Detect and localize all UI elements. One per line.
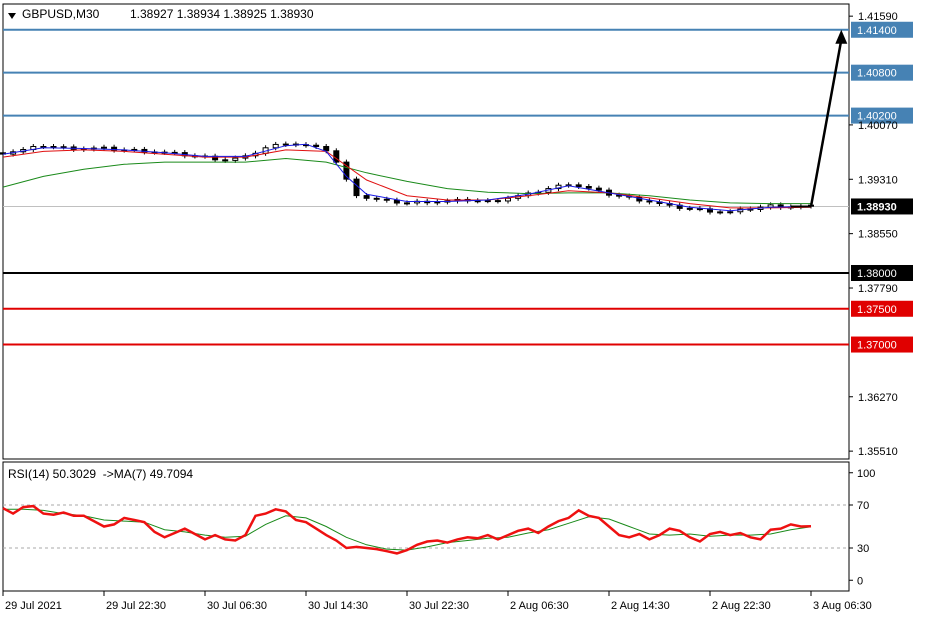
candle-body bbox=[323, 146, 330, 152]
level-label-1.41400: 1.41400 bbox=[857, 25, 897, 37]
candle-body bbox=[575, 184, 582, 188]
rsi-axis-label: 70 bbox=[857, 500, 869, 512]
time-axis-label: 29 Jul 22:30 bbox=[106, 600, 166, 612]
projection-line bbox=[809, 39, 843, 207]
rsi-panel-frame bbox=[2, 461, 850, 592]
time-axis-label: 3 Aug 06:30 bbox=[813, 600, 872, 612]
price-axis-label: 1.36270 bbox=[858, 392, 898, 404]
candle-body bbox=[595, 187, 602, 191]
price-axis-label: 1.40070 bbox=[858, 120, 898, 132]
time-axis-label: 29 Jul 2021 bbox=[5, 600, 62, 612]
candle-body bbox=[646, 200, 653, 203]
candle-body bbox=[383, 198, 390, 201]
candle-body bbox=[282, 143, 289, 146]
candle-body bbox=[272, 143, 279, 149]
current-price-label: 1.38930 bbox=[857, 201, 897, 213]
level-label-1.37000: 1.37000 bbox=[857, 340, 897, 352]
rsi-ma-line bbox=[3, 508, 812, 551]
level-label-1.37500: 1.37500 bbox=[857, 304, 897, 316]
symbol-label: GBPUSD,M30 bbox=[22, 7, 100, 21]
candle-body bbox=[373, 197, 380, 200]
candle-body bbox=[727, 211, 734, 214]
price-axis-label: 1.39310 bbox=[858, 174, 898, 186]
level-label-1.38000: 1.38000 bbox=[857, 268, 897, 280]
rsi-axis-label: 0 bbox=[857, 575, 863, 587]
ma-slow-line bbox=[2, 157, 811, 205]
rsi-axis-label: 100 bbox=[857, 468, 875, 480]
candle-body bbox=[686, 207, 693, 210]
time-axis-label: 2 Aug 22:30 bbox=[712, 600, 771, 612]
candle-body bbox=[393, 199, 400, 204]
time-axis-label: 30 Jul 14:30 bbox=[308, 600, 368, 612]
candle-body bbox=[50, 146, 57, 149]
price-axis-label: 1.41590 bbox=[858, 11, 898, 23]
ohlc-values: 1.38927 1.38934 1.38925 1.38930 bbox=[130, 7, 314, 21]
candle-body bbox=[404, 202, 410, 205]
candle-body bbox=[434, 201, 441, 204]
ma-mid-line bbox=[2, 149, 812, 209]
time-axis-label: 2 Aug 06:30 bbox=[510, 600, 569, 612]
candle-body bbox=[60, 146, 67, 149]
candle-body bbox=[717, 211, 724, 214]
projection-arrow bbox=[791, 29, 848, 208]
level-label-1.40800: 1.40800 bbox=[857, 68, 897, 80]
candle-body bbox=[505, 197, 511, 202]
rsi-line bbox=[2, 504, 812, 555]
time-axis-label: 2 Aug 14:30 bbox=[611, 600, 670, 612]
candle-body bbox=[363, 195, 370, 199]
candle-body bbox=[101, 146, 107, 149]
candle-body bbox=[484, 200, 491, 203]
rsi-axis-label: 30 bbox=[857, 543, 869, 555]
dropdown-triangle-icon[interactable] bbox=[8, 13, 16, 19]
candle-body bbox=[494, 200, 501, 203]
horizontal-levels: 1.414001.408001.402001.380001.375001.370… bbox=[3, 21, 913, 353]
candle-body bbox=[222, 159, 229, 162]
candle-body bbox=[313, 144, 320, 148]
price-axis-label: 1.37790 bbox=[858, 283, 898, 295]
candle-body bbox=[232, 157, 239, 161]
candle-body bbox=[333, 150, 340, 163]
rsi-lines bbox=[2, 504, 849, 555]
price-axis-label: 1.38550 bbox=[858, 229, 898, 241]
rsi-header: RSI(14) 50.3029 ->MA(7) 49.7094 bbox=[8, 467, 194, 481]
arrow-head-icon bbox=[835, 29, 848, 44]
candle-body bbox=[585, 186, 592, 189]
chart-canvas: 1.414001.408001.402001.380001.375001.370… bbox=[0, 3, 913, 612]
chart-frames bbox=[2, 3, 850, 592]
price-axis-label: 1.35510 bbox=[858, 446, 898, 458]
time-axis-label: 30 Jul 22:30 bbox=[409, 600, 469, 612]
time-axis-label: 30 Jul 06:30 bbox=[207, 600, 267, 612]
